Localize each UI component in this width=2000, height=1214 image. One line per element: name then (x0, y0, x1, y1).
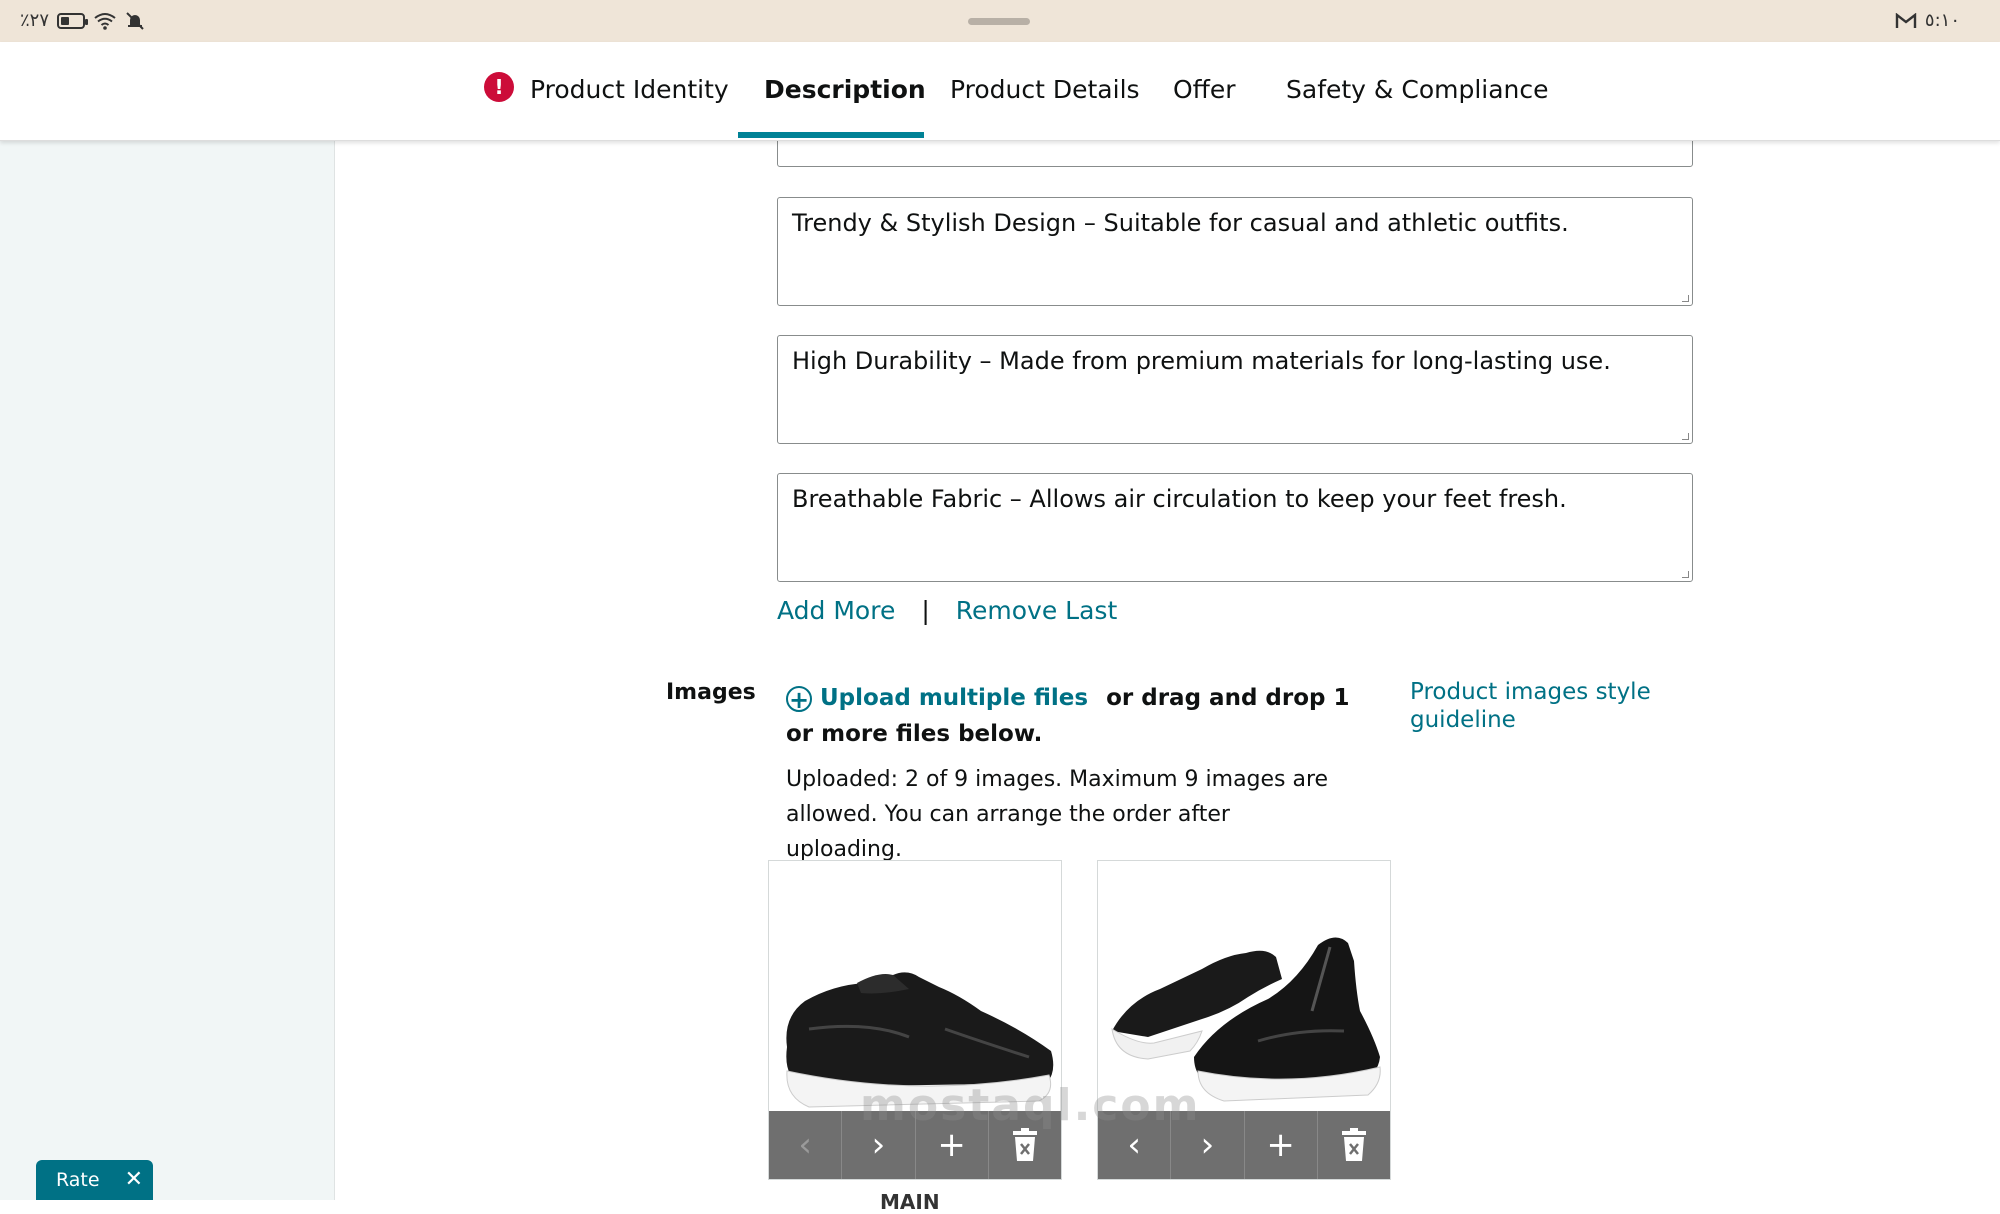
active-tab-indicator (738, 132, 924, 138)
upload-instructions: + Upload multiple files or drag and drop 1… (786, 680, 1356, 752)
tab-offer[interactable]: Offer (1173, 42, 1236, 140)
add-circle-icon[interactable]: + (786, 686, 812, 712)
bullet-text: Trendy & Stylish Design – Suitable for c… (792, 209, 1569, 237)
drag-handle[interactable] (968, 18, 1030, 25)
battery-percent: ٪٢٧ (20, 10, 50, 31)
image-card-2[interactable]: ‹ › + (1097, 860, 1391, 1180)
bullet-field-2[interactable]: Trendy & Stylish Design – Suitable for c… (777, 197, 1693, 306)
status-right: ٥:١٠ (1895, 10, 1960, 31)
separator: | (921, 596, 930, 625)
gmail-icon (1895, 12, 1917, 28)
image-card-main[interactable]: ‹ › + (768, 860, 1062, 1180)
chevron-left-icon[interactable]: ‹ (769, 1111, 843, 1179)
left-sidebar (0, 140, 335, 1200)
plus-icon[interactable]: + (1244, 1111, 1318, 1179)
bullet-text: Breathable Fabric – Allows air circulati… (792, 485, 1567, 513)
watermark-logo: mostaql.com (860, 1080, 1201, 1131)
close-icon[interactable]: ✕ (125, 1160, 143, 1200)
shoe-image (1098, 861, 1390, 1113)
trash-icon[interactable] (1317, 1111, 1390, 1179)
resize-handle[interactable] (1682, 571, 1689, 578)
battery-icon (57, 12, 89, 29)
tab-bar: ! Product Identity Description Product D… (0, 42, 2000, 141)
tab-safety-compliance[interactable]: Safety & Compliance (1286, 42, 1549, 140)
bullet-field-4[interactable]: Breathable Fabric – Allows air circulati… (777, 473, 1693, 582)
bullet-field-3[interactable]: High Durability – Made from premium mate… (777, 335, 1693, 444)
resize-handle[interactable] (1682, 433, 1689, 440)
resize-handle[interactable] (1682, 295, 1689, 302)
status-left: ٪٢٧ (20, 10, 145, 31)
tab-product-identity[interactable]: Product Identity (530, 42, 729, 140)
clock: ٥:١٠ (1924, 10, 1960, 31)
status-bar: ٪٢٧ ٥:١٠ (0, 0, 2000, 42)
bell-muted-icon (126, 11, 144, 30)
rate-widget[interactable]: Rate ✕ (36, 1160, 153, 1200)
upload-multiple-files-link[interactable]: Upload multiple files (820, 685, 1088, 711)
error-icon: ! (484, 72, 514, 102)
tab-description[interactable]: Description (764, 42, 926, 140)
main-image-label: MAIN (880, 1190, 940, 1214)
style-guideline-link[interactable]: Product images style guideline (1410, 678, 1680, 734)
bullet-actions: Add More | Remove Last (777, 596, 1117, 625)
shoe-image (769, 861, 1061, 1113)
add-more-link[interactable]: Add More (777, 596, 895, 625)
tab-product-details[interactable]: Product Details (950, 42, 1140, 140)
rate-label: Rate (56, 1169, 100, 1191)
bullet-text: High Durability – Made from premium mate… (792, 347, 1611, 375)
images-label: Images (666, 680, 756, 705)
wifi-icon (94, 12, 116, 30)
remove-last-link[interactable]: Remove Last (956, 596, 1117, 625)
upload-count-note: Uploaded: 2 of 9 images. Maximum 9 image… (786, 767, 1329, 862)
